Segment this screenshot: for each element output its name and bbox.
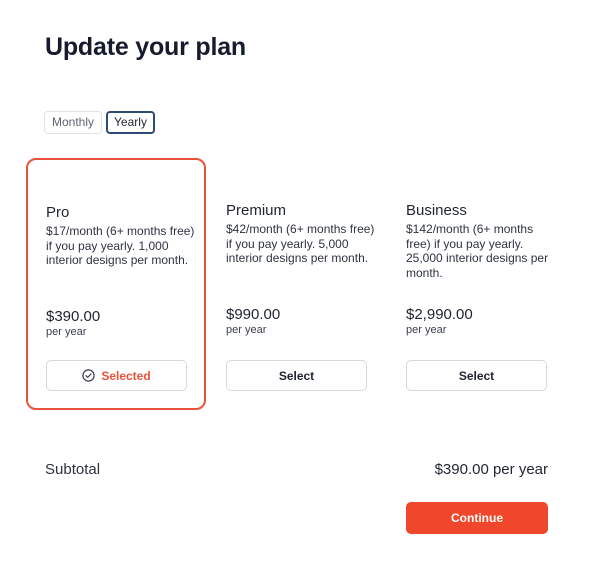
check-circle-icon xyxy=(82,369,96,382)
plan-description: $142/month (6+ months free) if you pay y… xyxy=(406,222,549,280)
plan-period: per year xyxy=(46,326,87,338)
plan-name: Business xyxy=(406,202,467,219)
page-title: Update your plan xyxy=(45,33,246,61)
plan-period: per year xyxy=(226,324,267,336)
plan-price: $2,990.00 xyxy=(406,306,473,323)
plan-name: Premium xyxy=(226,202,287,219)
plan-period: per year xyxy=(406,324,447,336)
billing-period-toggle: Monthly Yearly xyxy=(44,111,155,134)
plan-card-pro[interactable]: Pro $17/month (6+ months free) if you pa… xyxy=(26,158,206,410)
select-premium-button[interactable]: Select xyxy=(226,360,367,391)
monthly-toggle-button[interactable]: Monthly xyxy=(44,111,103,134)
plan-description: $42/month (6+ months free) if you pay ye… xyxy=(226,222,375,266)
plan-price: $390.00 xyxy=(46,308,101,325)
select-business-button[interactable]: Select xyxy=(406,360,547,391)
plan-card-premium[interactable]: Premium $42/month (6+ months free) if yo… xyxy=(206,158,386,410)
selected-button-label: Selected xyxy=(101,368,151,383)
plan-price: $990.00 xyxy=(226,306,281,323)
subtotal-label: Subtotal xyxy=(45,461,101,478)
selected-button[interactable]: Selected xyxy=(46,360,187,391)
plan-card-business[interactable]: Business $142/month (6+ months free) if … xyxy=(386,158,566,410)
plan-description: $17/month (6+ months free) if you pay ye… xyxy=(46,224,195,268)
plan-name: Pro xyxy=(46,204,70,221)
continue-button[interactable]: Continue xyxy=(406,502,548,534)
yearly-toggle-button[interactable]: Yearly xyxy=(106,111,155,134)
subtotal-value: $390.00 per year xyxy=(434,461,548,478)
